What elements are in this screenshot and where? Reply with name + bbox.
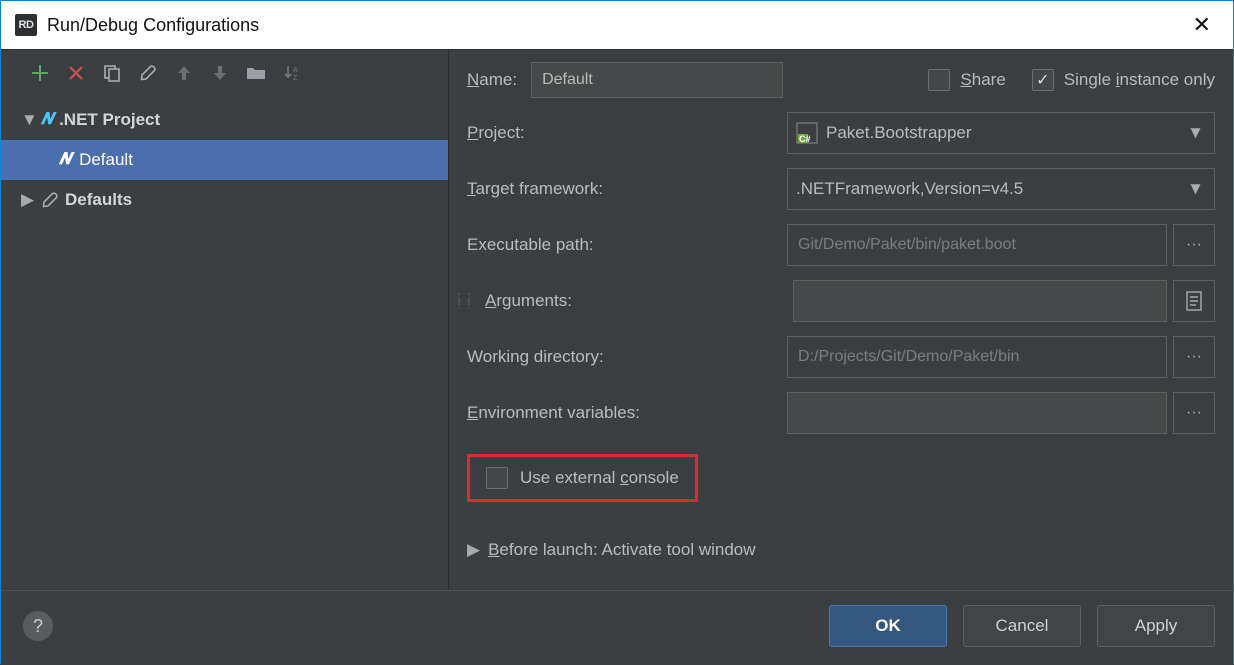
browse-exe-button[interactable]: ··· [1173,224,1215,266]
grip-icon: ⋮⋮⋮⋮ [453,295,473,307]
project-select[interactable]: C# Paket.Bootstrapper ▼ [787,112,1215,154]
env-variables-input[interactable] [787,392,1167,434]
sort-az-button[interactable]: AZ [279,60,305,86]
folder-button[interactable] [243,60,269,86]
tree-group-label: .NET Project [59,110,160,130]
app-badge-icon: RD [15,14,37,36]
chevron-down-icon: ▼ [21,110,35,130]
configurations-panel: AZ ▼ 𝑵 .NET Project 𝑵 Default ▶ [1,50,449,590]
use-external-console-highlight: Use external console [467,454,698,502]
share-checkbox[interactable]: Share [928,69,1005,91]
before-launch-section[interactable]: ▶ Before launch: Activate tool window [467,540,1215,560]
chevron-right-icon: ▶ [21,190,35,210]
chevron-right-icon: ▶ [467,540,480,560]
executable-path-label: Executable path: [467,235,777,255]
tree-group-net-project[interactable]: ▼ 𝑵 .NET Project [1,100,448,140]
config-toolbar: AZ [1,50,448,96]
working-directory-label: Working directory: [467,347,777,367]
name-input[interactable] [531,62,783,98]
dotnet-icon: 𝑵 [41,111,53,129]
project-value: Paket.Bootstrapper [826,123,972,143]
browse-env-button[interactable]: ··· [1173,392,1215,434]
executable-path-input[interactable] [787,224,1167,266]
close-icon[interactable]: ✕ [1185,8,1219,42]
tree-item-default[interactable]: 𝑵 Default [1,140,448,180]
tree-item-label: Default [79,150,133,170]
env-variables-label: Environment variables: [467,403,777,423]
tree-defaults-label: Defaults [65,190,132,210]
add-button[interactable] [27,60,53,86]
expand-arguments-button[interactable] [1173,280,1215,322]
share-label: Share [960,70,1005,90]
arguments-label: Arguments: [485,291,783,311]
chevron-down-icon: ▼ [1183,179,1208,199]
dialog-footer: ? OK Cancel Apply [1,590,1233,665]
copy-button[interactable] [99,60,125,86]
wrench-icon [41,191,59,209]
before-launch-label: Before launch: Activate tool window [488,540,755,560]
single-instance-label: Single instance only [1064,70,1215,90]
remove-button[interactable] [63,60,89,86]
target-framework-select[interactable]: .NETFramework,Version=v4.5 ▼ [787,168,1215,210]
config-tree: ▼ 𝑵 .NET Project 𝑵 Default ▶ Defaults [1,96,448,590]
ok-button[interactable]: OK [829,605,947,647]
csharp-project-icon: C# [796,122,818,144]
target-framework-label: Target framework: [467,179,777,199]
config-form: Name: Share Single instance only Project… [449,50,1233,590]
svg-text:Z: Z [293,75,298,82]
edit-defaults-button[interactable] [135,60,161,86]
svg-text:A: A [293,67,298,74]
target-framework-value: .NETFramework,Version=v4.5 [796,179,1023,199]
project-label: Project: [467,123,777,143]
window-title: Run/Debug Configurations [47,15,259,36]
svg-text:C#: C# [799,134,811,144]
move-up-button[interactable] [171,60,197,86]
cancel-button[interactable]: Cancel [963,605,1081,647]
apply-button[interactable]: Apply [1097,605,1215,647]
tree-group-defaults[interactable]: ▶ Defaults [1,180,448,220]
chevron-down-icon: ▼ [1183,123,1208,143]
working-directory-input[interactable] [787,336,1167,378]
move-down-button[interactable] [207,60,233,86]
browse-wd-button[interactable]: ··· [1173,336,1215,378]
use-external-console-checkbox[interactable] [486,467,508,489]
use-external-console-label: Use external console [520,468,679,488]
arguments-input[interactable] [793,280,1167,322]
titlebar: RD Run/Debug Configurations ✕ [1,1,1233,49]
single-instance-checkbox[interactable]: Single instance only [1032,69,1215,91]
dotnet-icon: 𝑵 [59,151,71,169]
name-label: Name: [467,70,517,90]
help-button[interactable]: ? [23,611,53,641]
